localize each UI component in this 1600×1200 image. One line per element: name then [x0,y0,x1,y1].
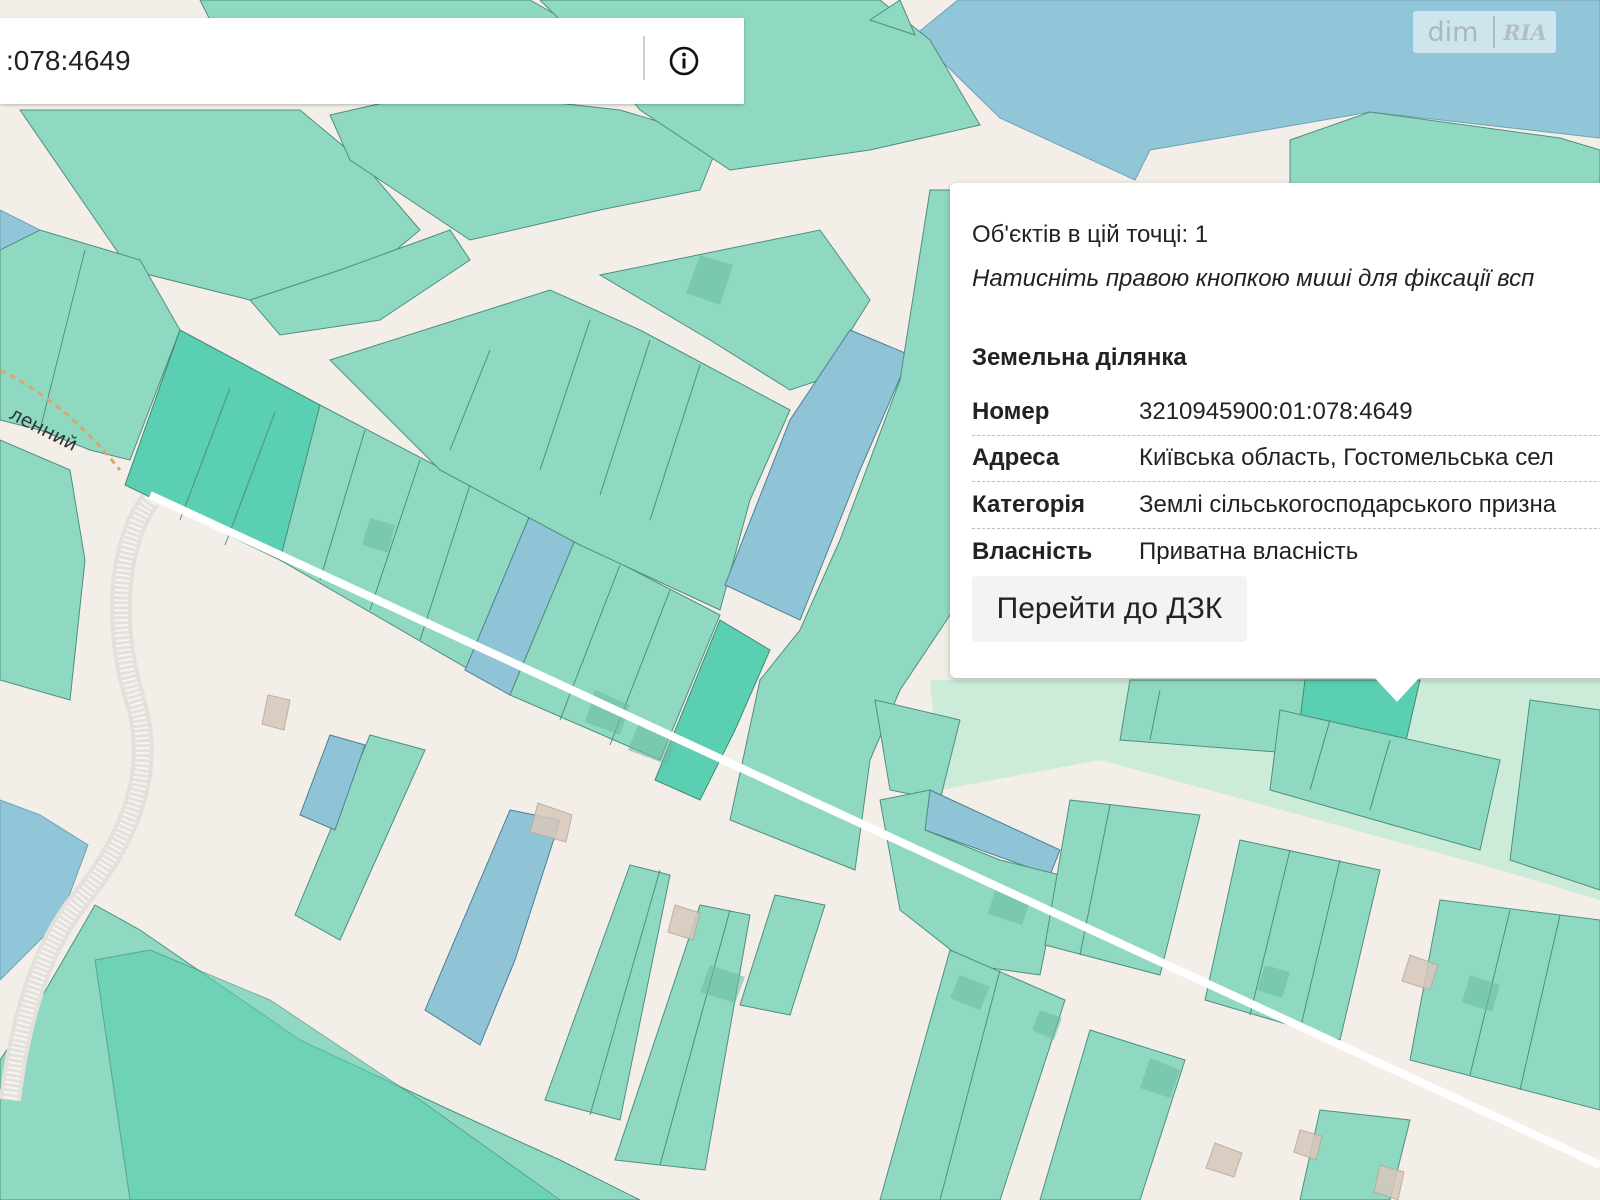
search-bar [0,18,744,104]
parcel-info-popup: Об'єктів в цій точці: 1 Натисніть правою… [950,183,1600,678]
logo-ria-text: RIA [1503,19,1547,45]
parcel-lower-2[interactable] [1204,839,1381,1041]
parcel-lower-5[interactable] [1039,1029,1186,1200]
attr-value: 3210945900:01:078:4649 [1139,398,1413,425]
attr-value: Приватна власність [1139,538,1359,565]
info-button[interactable] [668,45,700,77]
attr-value: Землі сільськогосподарського призна [1139,491,1557,518]
attr-row-ownership: Власність Приватна власність [972,529,1600,575]
parcel-lower-left-edge[interactable] [0,439,86,701]
popup-pointer [1373,676,1421,702]
cadastral-number-input[interactable] [4,38,628,84]
dim-ria-logo: dim RIA [1413,11,1556,53]
attr-value: Київська область, Гостомельська сел [1139,444,1554,471]
attr-key: Власність [972,538,1093,565]
parcel-bottom-blue-2[interactable] [424,809,561,1046]
info-icon [669,46,699,76]
objects-count: Об'єктів в цій точці: 1 [972,221,1209,248]
logo-dim-text: dim [1427,16,1479,48]
right-click-hint: Натисніть правою кнопкою миші для фіксац… [972,265,1535,292]
goto-dzk-button[interactable]: Перейти до ДЗК [972,576,1247,642]
search-separator [643,36,645,80]
parcel-bottom-1[interactable] [294,734,426,941]
attr-row-category: Категорія Землі сільськогосподарського п… [972,482,1600,529]
attr-key: Номер [972,398,1050,425]
attr-key: Категорія [972,491,1086,518]
attr-row-number: Номер 3210945900:01:078:4649 [972,389,1600,436]
attr-key: Адреса [972,444,1060,471]
attr-row-address: Адреса Київська область, Гостомельська с… [972,435,1600,482]
section-title: Земельна ділянка [972,344,1187,371]
parcel-bottom-4[interactable] [739,894,826,1016]
